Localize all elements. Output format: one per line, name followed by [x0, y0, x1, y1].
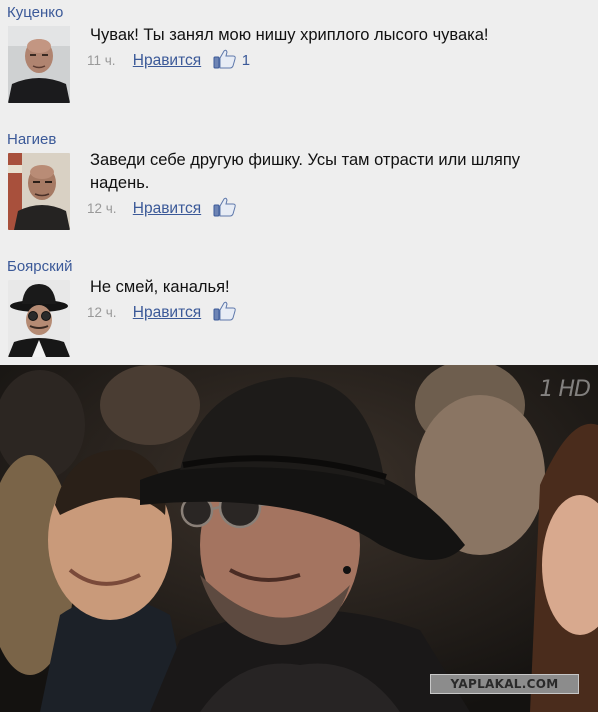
comment-author[interactable]: Куценко	[7, 4, 63, 21]
comment-meta: 11 ч. Нравится 1	[87, 49, 250, 71]
tv-still-photo: 1 HD YAPLAKAL.COM	[0, 365, 598, 712]
comment-meta: 12 ч. Нравится	[87, 197, 237, 219]
like-link[interactable]: Нравится	[133, 200, 201, 217]
bald-man-avatar[interactable]	[8, 153, 70, 230]
thumbs-up-icon[interactable]	[213, 197, 237, 220]
comment-item: Нагиев Заведи себе другую фишку. Усы там…	[0, 131, 598, 235]
like-link[interactable]: Нравится	[133, 304, 201, 321]
comment-text: Чувак! Ты занял мою нишу хриплого лысого…	[90, 26, 489, 44]
comment-feed: Куценко Чувак! Ты занял мою нишу хриплог…	[0, 0, 598, 365]
comment-author[interactable]: Нагиев	[7, 131, 56, 148]
channel-logo: 1 HD	[539, 377, 591, 402]
comment-time: 11 ч.	[87, 53, 116, 68]
man-in-hat-avatar[interactable]	[8, 280, 70, 357]
comment-text: Заведи себе другую фишку. Усы там отраст…	[90, 151, 521, 192]
thumbs-up-icon[interactable]	[213, 301, 237, 324]
site-watermark: YAPLAKAL.COM	[430, 674, 579, 694]
comment-author[interactable]: Боярский	[7, 258, 72, 275]
comment-time: 12 ч.	[87, 201, 117, 216]
comment-time: 12 ч.	[87, 305, 117, 320]
like-count: 1	[241, 52, 251, 69]
comment-item: Боярский Не смей, каналья! 12 ч. Нравитс…	[0, 258, 598, 362]
bald-man-avatar[interactable]	[8, 26, 70, 103]
comment-item: Куценко Чувак! Ты занял мою нишу хриплог…	[0, 4, 598, 108]
comment-meta: 12 ч. Нравится	[87, 301, 237, 323]
like-link[interactable]: Нравится	[133, 52, 201, 69]
comment-text: Не смей, каналья!	[90, 278, 230, 296]
thumbs-up-icon[interactable]	[213, 49, 237, 72]
